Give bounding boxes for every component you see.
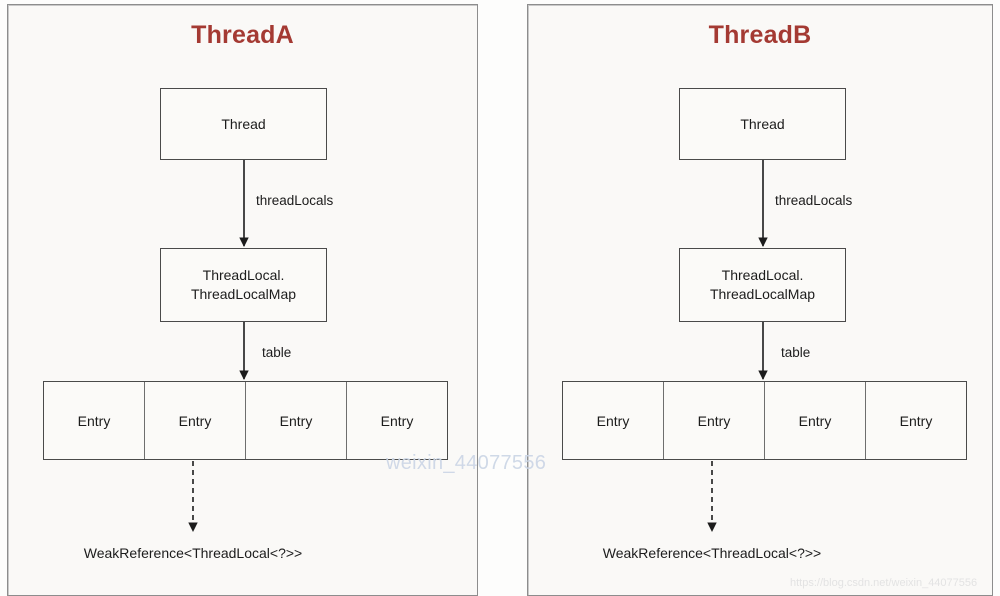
entry-cell-label: Entry bbox=[77, 412, 111, 429]
panel-title-thread-b: ThreadB bbox=[708, 21, 812, 49]
edge-label-thread-a-threadlocals: threadLocals bbox=[256, 193, 334, 208]
entry-cell: Entry bbox=[44, 382, 145, 459]
entry-cell-label: Entry bbox=[178, 412, 212, 429]
entry-cell-label: Entry bbox=[596, 412, 630, 429]
entry-cell: Entry bbox=[347, 382, 447, 459]
node-thread-a-threadlocalmap: ThreadLocal. ThreadLocalMap bbox=[160, 248, 327, 322]
entry-table-thread-a: Entry Entry Entry Entry bbox=[43, 381, 448, 460]
entry-cell-label: Entry bbox=[697, 412, 731, 429]
edge-label-thread-b-table: table bbox=[781, 345, 811, 360]
entry-cell: Entry bbox=[866, 382, 966, 459]
node-thread-b-threadlocalmap-label-line1: ThreadLocal. bbox=[721, 267, 804, 284]
node-thread-b-thread-label: Thread bbox=[740, 115, 785, 132]
node-thread-b-thread: Thread bbox=[679, 88, 846, 160]
entry-cell: Entry bbox=[765, 382, 866, 459]
node-thread-a-thread: Thread bbox=[160, 88, 327, 160]
edge-label-thread-b-threadlocals: threadLocals bbox=[775, 193, 853, 208]
node-thread-a-thread-label: Thread bbox=[221, 115, 266, 132]
entry-table-thread-b: Entry Entry Entry Entry bbox=[562, 381, 967, 460]
leaf-thread-a-weakreference: WeakReference<ThreadLocal<?>> bbox=[83, 545, 303, 561]
entry-cell-label: Entry bbox=[380, 412, 414, 429]
entry-cell: Entry bbox=[664, 382, 765, 459]
entry-cell-label: Entry bbox=[899, 412, 933, 429]
entry-cell-label: Entry bbox=[798, 412, 832, 429]
entry-cell: Entry bbox=[246, 382, 347, 459]
node-thread-b-threadlocalmap: ThreadLocal. ThreadLocalMap bbox=[679, 248, 846, 322]
entry-cell-label: Entry bbox=[279, 412, 313, 429]
diagram-canvas: ThreadA Thread threadLocals ThreadLocal.… bbox=[0, 0, 1000, 596]
node-thread-b-threadlocalmap-label-line2: ThreadLocalMap bbox=[709, 286, 816, 302]
leaf-thread-b-weakreference: WeakReference<ThreadLocal<?>> bbox=[602, 545, 822, 561]
watermark-corner: https://blog.csdn.net/weixin_44077556 bbox=[790, 577, 978, 589]
entry-cell: Entry bbox=[563, 382, 664, 459]
node-thread-a-threadlocalmap-label-line2: ThreadLocalMap bbox=[190, 286, 297, 302]
edge-label-thread-a-table: table bbox=[262, 345, 292, 360]
watermark-center: weixin_44077556 bbox=[386, 452, 547, 474]
entry-cell: Entry bbox=[145, 382, 246, 459]
node-thread-a-threadlocalmap-label-line1: ThreadLocal. bbox=[202, 267, 285, 284]
panel-title-thread-a: ThreadA bbox=[191, 21, 294, 49]
